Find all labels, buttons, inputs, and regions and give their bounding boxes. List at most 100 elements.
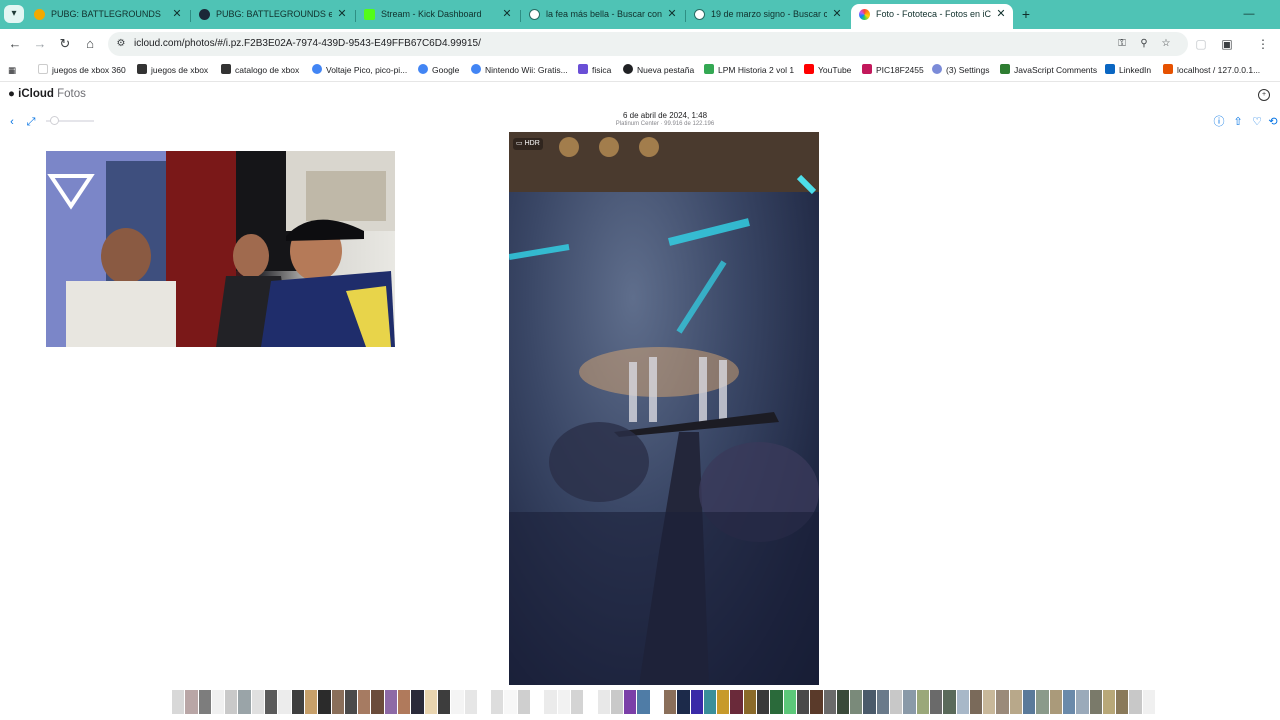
apps-grid-icon[interactable]: ▦ [8, 62, 16, 78]
filmstrip-thumbnail[interactable] [690, 690, 703, 714]
bookmark-item[interactable]: fisica [578, 62, 611, 78]
filmstrip-thumbnail[interactable] [331, 690, 344, 714]
filmstrip-thumbnail[interactable] [504, 690, 517, 714]
filmstrip-thumbnail[interactable] [796, 690, 810, 714]
extension-icon[interactable]: ▢ [1192, 35, 1210, 53]
minimize-icon[interactable]: — [1234, 4, 1264, 24]
filmstrip-thumbnail[interactable] [929, 690, 943, 714]
favorite-heart-icon[interactable]: ♡ [1250, 115, 1264, 129]
filmstrip-thumbnail[interactable] [903, 690, 916, 714]
tab-search-chevron-icon[interactable]: ▾ [4, 5, 24, 23]
filmstrip-thumbnail[interactable] [278, 690, 291, 714]
filmstrip-thumbnail[interactable] [610, 690, 624, 714]
address-bar[interactable]: ⚙ icloud.com/photos/#/i.pz.F2B3E02A-7974… [108, 32, 1188, 56]
bookmark-item[interactable]: localhost / 127.0.0.1... [1163, 62, 1260, 78]
filmstrip-thumbnail[interactable] [624, 690, 637, 714]
filmstrip-thumbnail[interactable] [810, 690, 823, 714]
filmstrip-thumbnail[interactable] [1009, 690, 1023, 714]
filmstrip-thumbnail[interactable] [1116, 690, 1129, 714]
bookmark-item[interactable]: Google [418, 62, 459, 78]
bookmark-item[interactable]: Nintendo Wii: Gratis... [471, 62, 568, 78]
bookmark-item[interactable]: Voltaje Pico, pico-pi... [312, 62, 407, 78]
filmstrip-thumbnail[interactable] [703, 690, 717, 714]
new-tab-button[interactable]: + [1018, 5, 1034, 23]
forward-icon[interactable]: → [31, 35, 49, 53]
zoom-slider-knob[interactable] [50, 116, 59, 125]
filmstrip-thumbnail[interactable] [384, 690, 398, 714]
filmstrip-thumbnail[interactable] [570, 690, 584, 714]
address-url[interactable]: icloud.com/photos/#/i.pz.F2B3E02A-7974-4… [134, 32, 481, 56]
filmstrip-thumbnail[interactable] [757, 690, 770, 714]
filmstrip-thumbnail[interactable] [185, 690, 198, 714]
zoom-icon[interactable]: ⚲ [1136, 36, 1152, 52]
filmstrip-thumbnail[interactable] [664, 690, 677, 714]
main-photo[interactable]: ▭ HDR [509, 132, 819, 685]
rotate-icon[interactable]: ⟲ [1266, 115, 1280, 129]
filmstrip-thumbnail[interactable] [517, 690, 531, 714]
filmstrip-thumbnail[interactable] [730, 690, 743, 714]
bookmark-item[interactable]: juegos de xbox [137, 62, 208, 78]
filmstrip-thumbnail[interactable] [783, 690, 796, 714]
bookmark-item[interactable]: LinkedIn [1105, 62, 1151, 78]
filmstrip-thumbnail[interactable] [211, 690, 225, 714]
filmstrip-thumbnail[interactable] [1036, 690, 1049, 714]
tab-close-icon[interactable]: ✕ [336, 4, 348, 24]
filmstrip-thumbnail[interactable] [411, 690, 424, 714]
menu-icon[interactable]: ⋮ [1254, 35, 1272, 53]
filmstrip-thumbnail[interactable] [850, 690, 863, 714]
filmstrip-thumbnail[interactable] [597, 690, 610, 714]
filmstrip-thumbnail[interactable] [304, 690, 318, 714]
browser-tab[interactable]: Stream - Kick Dashboard ✕ [356, 4, 519, 29]
filmstrip-thumbnail[interactable] [477, 690, 491, 714]
browser-tab[interactable]: PUBG: BATTLEGROUNDS ✕ [26, 4, 189, 29]
tab-close-icon[interactable]: ✕ [666, 4, 678, 24]
bookmark-item[interactable]: LPM Historia 2 vol 1 [704, 62, 794, 78]
filmstrip-thumbnail[interactable] [1049, 690, 1062, 714]
password-key-icon[interactable]: ⚿ [1114, 36, 1130, 52]
filmstrip-thumbnail[interactable] [557, 690, 570, 714]
browser-tab-active[interactable]: Foto - Fototeca - Fotos en iCloud ✕ [851, 4, 1013, 29]
filmstrip-thumbnail[interactable] [1129, 690, 1142, 714]
info-icon[interactable]: ⓘ [1212, 115, 1226, 129]
browser-tab[interactable]: 19 de marzo signo - Buscar con Google ✕ [686, 4, 849, 29]
bookmark-star-icon[interactable]: ☆ [1158, 36, 1174, 52]
filmstrip-thumbnail[interactable] [464, 690, 477, 714]
filmstrip-thumbnail[interactable] [677, 690, 690, 714]
back-chevron-icon[interactable]: ‹ [5, 115, 19, 129]
filmstrip-thumbnail[interactable] [770, 690, 783, 714]
filmstrip-thumbnail[interactable] [318, 690, 331, 714]
browser-tab[interactable]: la fea más bella - Buscar con Google ✕ [521, 4, 684, 29]
filmstrip-thumbnail[interactable] [1089, 690, 1102, 714]
filmstrip-thumbnail[interactable] [398, 690, 411, 714]
filmstrip-thumbnail[interactable] [1142, 690, 1155, 714]
bookmark-item[interactable]: catalogo de xbox [221, 62, 299, 78]
filmstrip-thumbnail[interactable] [358, 690, 371, 714]
share-icon[interactable]: ⇧ [1231, 115, 1245, 129]
tab-close-icon[interactable]: ✕ [501, 4, 513, 24]
filmstrip-thumbnail[interactable] [650, 690, 663, 714]
expand-icon[interactable]: ⤢ [24, 115, 38, 129]
filmstrip-thumbnail[interactable] [584, 690, 597, 714]
filmstrip-thumbnail[interactable] [943, 690, 956, 714]
filmstrip-thumbnail[interactable] [916, 690, 929, 714]
filmstrip-thumbnail[interactable] [863, 690, 876, 714]
filmstrip-thumbnail[interactable] [172, 690, 185, 714]
filmstrip-thumbnail[interactable] [969, 690, 983, 714]
bookmark-item[interactable]: juegos de xbox 360 [38, 62, 126, 78]
filmstrip-thumbnail[interactable] [344, 690, 358, 714]
icloud-app-title[interactable]: ● iCloud Fotos [8, 88, 86, 100]
filmstrip-thumbnail[interactable] [437, 690, 451, 714]
filmstrip-thumbnail[interactable] [251, 690, 265, 714]
extensions-puzzle-icon[interactable]: ▣ [1218, 35, 1236, 53]
filmstrip-thumbnail[interactable] [225, 690, 238, 714]
filmstrip-thumbnail[interactable] [291, 690, 304, 714]
filmstrip-thumbnail[interactable] [876, 690, 890, 714]
filmstrip-thumbnail[interactable] [983, 690, 996, 714]
browser-tab[interactable]: PUBG: BATTLEGROUNDS en Steam ✕ [191, 4, 354, 29]
filmstrip-thumbnail[interactable] [1102, 690, 1116, 714]
bookmark-item[interactable]: PIC18F2455 [862, 62, 924, 78]
filmstrip-thumbnail[interactable] [823, 690, 836, 714]
filmstrip-thumbnail[interactable] [424, 690, 437, 714]
filmstrip-thumbnail[interactable] [371, 690, 384, 714]
bookmark-item[interactable]: JavaScript Comments [1000, 62, 1097, 78]
